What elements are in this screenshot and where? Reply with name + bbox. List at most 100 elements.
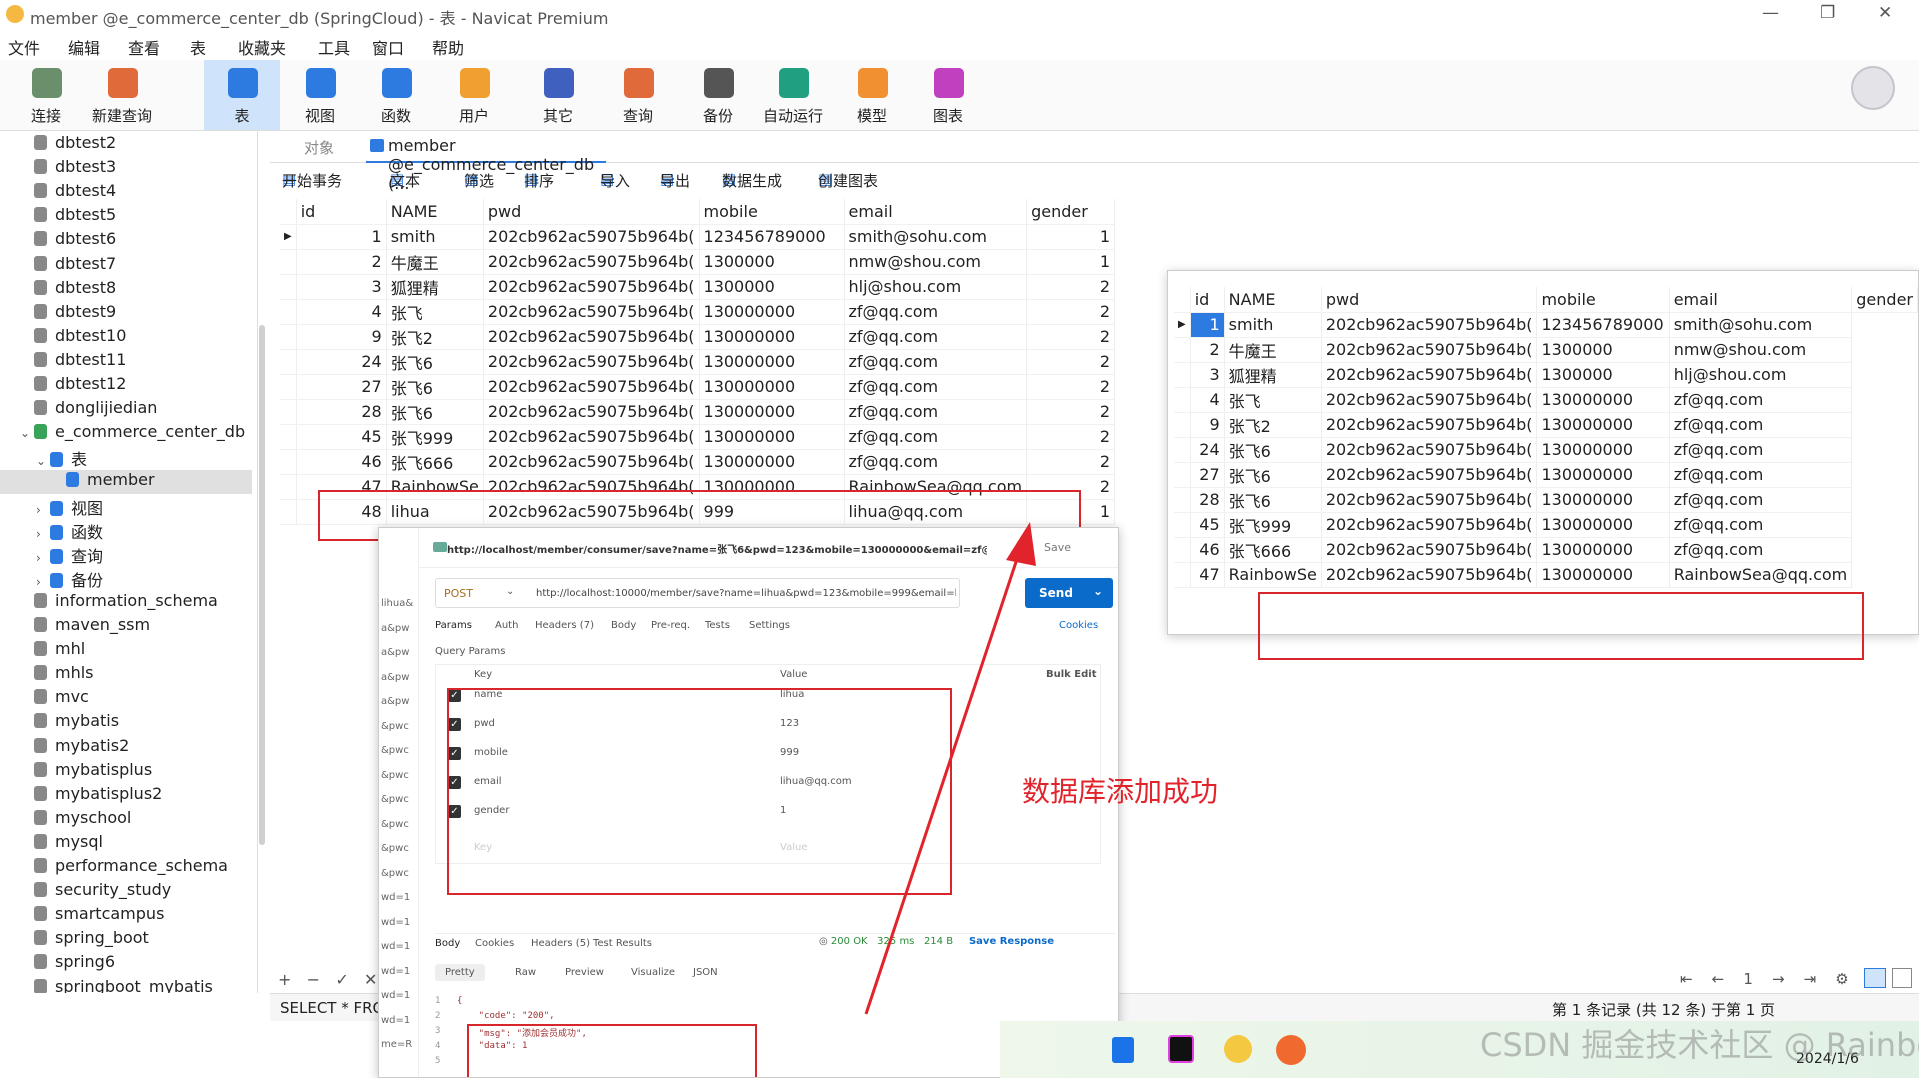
cell[interactable]: 张飞6	[1224, 487, 1322, 513]
cell[interactable]: 9	[296, 324, 387, 350]
cell[interactable]: 130000000	[1536, 487, 1670, 513]
history-item[interactable]: wd=1	[381, 941, 410, 952]
table-row[interactable]: ▶ 1 smith 202cb962ac59075b964b(123456789000…	[280, 224, 1116, 250]
cell[interactable]: 9	[1190, 412, 1225, 438]
table-row[interactable]: 3 狐狸精 202cb962ac59075b964b(1300000 hlj@shou…	[1174, 362, 1918, 388]
table-row[interactable]: 47 RainbowSe 202cb962ac59075b964b(13000000…	[1174, 562, 1918, 588]
tree-item[interactable]: dbtest8	[0, 278, 252, 302]
cell[interactable]: 130000000	[1536, 412, 1670, 438]
request-tab[interactable]: Headers (7)	[535, 620, 594, 631]
tree-item[interactable]: mvc	[0, 687, 252, 711]
cell[interactable]: RainbowSe	[1224, 562, 1322, 588]
menu-7[interactable]: 帮助	[432, 35, 464, 59]
request-tab[interactable]: Tests	[705, 620, 730, 631]
cell[interactable]: 46	[296, 449, 387, 475]
cell[interactable]: 张飞	[386, 299, 484, 325]
history-item[interactable]: a&pw	[381, 623, 409, 634]
next-page-icon[interactable]: →	[1772, 970, 1785, 988]
cell[interactable]: zf@qq.com	[1669, 437, 1853, 463]
cell[interactable]: 张飞2	[386, 324, 484, 350]
cell[interactable]: 130000000	[699, 424, 845, 450]
chevron-right-icon[interactable]: ›	[36, 575, 50, 589]
table-row[interactable]: 27 张飞6 202cb962ac59075b964b(130000000 zf@qq…	[280, 374, 1116, 400]
cell[interactable]: 2	[1026, 449, 1116, 475]
cell[interactable]: zf@qq.com	[1669, 487, 1853, 513]
delete-row-icon[interactable]: −	[307, 970, 320, 989]
cell[interactable]: zf@qq.com	[844, 299, 1028, 325]
cell[interactable]: 45	[1190, 512, 1225, 538]
cell[interactable]: 202cb962ac59075b964b(	[483, 324, 700, 350]
tree-item[interactable]: ⌄ 表	[0, 446, 252, 470]
toolbar-button-10[interactable]: 模型	[834, 60, 910, 130]
cell[interactable]: smith	[386, 224, 484, 250]
cell[interactable]: 张飞	[1224, 387, 1322, 413]
table-row[interactable]: 9 张飞2 202cb962ac59075b964b(130000000 zf@qq.…	[1174, 412, 1918, 438]
cell[interactable]: 张飞666	[386, 449, 484, 475]
tree-item[interactable]: mysql	[0, 832, 252, 856]
response-tab[interactable]: Headers (5)	[531, 938, 590, 949]
history-item[interactable]: &pwc	[381, 770, 409, 781]
cell[interactable]: 张飞2	[1224, 412, 1322, 438]
history-item[interactable]: lihua&	[381, 598, 413, 609]
table-row[interactable]: 45 张飞999 202cb962ac59075b964b(130000000 zf@…	[280, 424, 1116, 450]
menu-4[interactable]: 收藏夹	[238, 35, 286, 59]
column-header[interactable]: gender	[1851, 287, 1918, 313]
last-page-icon[interactable]: ⇥	[1804, 970, 1817, 988]
cell[interactable]: 1	[1190, 312, 1225, 338]
column-header[interactable]: NAME	[1224, 287, 1322, 313]
save-button[interactable]: Save	[1044, 541, 1071, 554]
cell[interactable]: zf@qq.com	[844, 349, 1028, 375]
cell[interactable]: 张飞999	[1224, 512, 1322, 538]
cell[interactable]: zf@qq.com	[1669, 412, 1853, 438]
cell[interactable]: 202cb962ac59075b964b(	[1321, 487, 1538, 513]
column-header[interactable]: NAME	[386, 199, 484, 225]
sidebar-scrollbar[interactable]	[259, 325, 265, 845]
cell[interactable]: smith@sohu.com	[1669, 312, 1853, 338]
cell[interactable]: 张飞6	[386, 399, 484, 425]
tab-objects[interactable]: 对象	[304, 137, 334, 158]
cell[interactable]: 24	[296, 349, 387, 375]
table-row[interactable]: 46 张飞666 202cb962ac59075b964b(130000000 zf@…	[1174, 537, 1918, 563]
navicat-taskbar-icon[interactable]	[1224, 1035, 1252, 1063]
chevron-down-icon[interactable]: ⌄	[36, 454, 50, 468]
cell[interactable]: 2	[1026, 374, 1116, 400]
tree-item[interactable]: dbtest9	[0, 302, 252, 326]
cell[interactable]: zf@qq.com	[844, 374, 1028, 400]
cell[interactable]: 130000000	[1536, 512, 1670, 538]
cell[interactable]: 2	[1026, 299, 1116, 325]
cell[interactable]: 202cb962ac59075b964b(	[483, 349, 700, 375]
tree-item[interactable]: dbtest2	[0, 133, 252, 157]
discard-icon[interactable]: ✕	[364, 970, 377, 989]
cell[interactable]: hlj@shou.com	[844, 274, 1028, 300]
view-tab[interactable]: Pretty	[435, 964, 485, 981]
cell[interactable]: 130000000	[699, 374, 845, 400]
cell[interactable]: 130000000	[1536, 437, 1670, 463]
intellij-icon[interactable]	[1168, 1035, 1194, 1063]
cell[interactable]: 202cb962ac59075b964b(	[1321, 337, 1538, 363]
request-tab[interactable]: Settings	[749, 620, 790, 631]
column-header[interactable]: email	[1669, 287, 1853, 313]
view-tab[interactable]: Preview	[555, 964, 614, 981]
cell[interactable]: zf@qq.com	[1669, 387, 1853, 413]
cell[interactable]: zf@qq.com	[844, 424, 1028, 450]
request-tab[interactable]: Body	[611, 620, 636, 631]
tree-item[interactable]: performance_schema	[0, 856, 252, 880]
table-row[interactable]: 27 张飞6 202cb962ac59075b964b(130000000 zf@qq…	[1174, 462, 1918, 488]
toolbar-button-8[interactable]: 备份	[680, 60, 756, 130]
prev-page-icon[interactable]: ←	[1712, 970, 1725, 988]
cell[interactable]: 202cb962ac59075b964b(	[1321, 462, 1538, 488]
menu-0[interactable]: 文件	[8, 35, 40, 59]
table-row[interactable]: ▶ 1 smith 202cb962ac59075b964b(123456789000…	[1174, 312, 1918, 338]
cell[interactable]: 狐狸精	[1224, 362, 1322, 388]
toolbar-button-9[interactable]: 自动运行	[755, 60, 831, 130]
cell[interactable]: zf@qq.com	[1669, 462, 1853, 488]
cell[interactable]: smith@sohu.com	[844, 224, 1028, 250]
history-item[interactable]: wd=1	[381, 966, 410, 977]
toolbar-button-11[interactable]: 图表	[910, 60, 986, 130]
cell[interactable]: 202cb962ac59075b964b(	[1321, 537, 1538, 563]
postman-icon[interactable]	[1276, 1035, 1306, 1065]
cell[interactable]: 28	[296, 399, 387, 425]
view-tab[interactable]: Visualize	[621, 964, 685, 981]
chevron-right-icon[interactable]: ›	[36, 527, 50, 541]
tree-item[interactable]: ⌄ e_commerce_center_db	[0, 422, 252, 446]
